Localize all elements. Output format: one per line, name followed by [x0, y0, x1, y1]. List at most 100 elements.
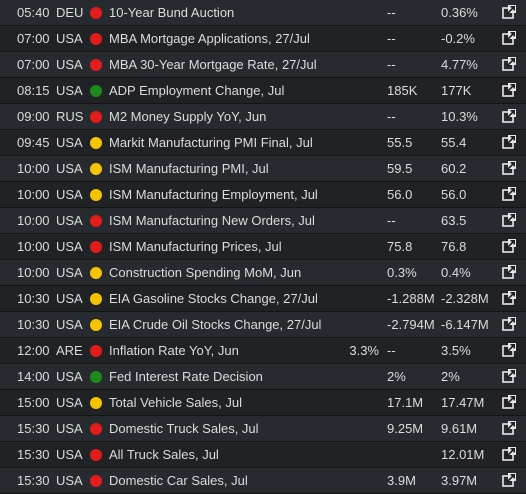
external-link-icon[interactable]: [502, 135, 516, 149]
external-link-icon[interactable]: [502, 421, 516, 435]
external-link-icon[interactable]: [502, 473, 516, 487]
event-country: USA: [56, 83, 83, 98]
calendar-row[interactable]: 10:00 USA ISM Manufacturing PMI, Jul 59.…: [0, 156, 526, 182]
event-name[interactable]: 10-Year Bund Auction: [109, 0, 234, 25]
external-link-icon[interactable]: [502, 447, 516, 461]
event-name[interactable]: EIA Crude Oil Stocks Change, 27/Jul: [109, 312, 321, 337]
external-link-svg: [502, 473, 516, 487]
event-time: 09:45: [17, 135, 50, 150]
event-forecast: --: [387, 57, 396, 72]
calendar-row[interactable]: 15:30 USA Domestic Truck Sales, Jul 9.25…: [0, 416, 526, 442]
event-forecast: 75.8: [387, 239, 413, 254]
external-link-icon[interactable]: [502, 5, 516, 19]
event-name[interactable]: Domestic Car Sales, Jul: [109, 468, 248, 493]
external-link-icon[interactable]: [502, 291, 516, 305]
event-name[interactable]: MBA Mortgage Applications, 27/Jul: [109, 26, 310, 51]
impact-dot-icon: [90, 449, 102, 461]
calendar-row[interactable]: 10:00 USA ISM Manufacturing New Orders, …: [0, 208, 526, 234]
calendar-row[interactable]: 14:00 USA Fed Interest Rate Decision 2% …: [0, 364, 526, 390]
impact-dot-icon: [90, 293, 102, 305]
calendar-row[interactable]: 15:30 USA Domestic Car Sales, Jul 3.9M 3…: [0, 468, 526, 494]
event-country: USA: [56, 57, 83, 72]
calendar-row[interactable]: 10:00 USA Construction Spending MoM, Jun…: [0, 260, 526, 286]
external-link-svg: [502, 5, 516, 19]
event-forecast: 9.25M: [387, 421, 424, 436]
event-previous: -2.328M: [441, 291, 489, 306]
external-link-svg: [502, 109, 516, 123]
calendar-row[interactable]: 07:00 USA MBA 30-Year Mortgage Rate, 27/…: [0, 52, 526, 78]
external-link-icon[interactable]: [502, 395, 516, 409]
calendar-row[interactable]: 07:00 USA MBA Mortgage Applications, 27/…: [0, 26, 526, 52]
event-time: 10:30: [17, 291, 50, 306]
external-link-icon[interactable]: [502, 31, 516, 45]
external-link-icon[interactable]: [502, 161, 516, 175]
external-link-svg: [502, 187, 516, 201]
calendar-row[interactable]: 15:30 USA All Truck Sales, Jul 12.01M: [0, 442, 526, 468]
event-time: 10:00: [17, 187, 50, 202]
event-time: 14:00: [17, 369, 50, 384]
calendar-row[interactable]: 15:00 USA Total Vehicle Sales, Jul 17.1M…: [0, 390, 526, 416]
event-name[interactable]: EIA Gasoline Stocks Change, 27/Jul: [109, 286, 318, 311]
event-country: USA: [56, 369, 83, 384]
impact-dot-icon: [90, 241, 102, 253]
calendar-row[interactable]: 05:40 DEU 10-Year Bund Auction -- 0.36%: [0, 0, 526, 26]
calendar-row[interactable]: 09:00 RUS M2 Money Supply YoY, Jun -- 10…: [0, 104, 526, 130]
calendar-row[interactable]: 10:30 USA EIA Gasoline Stocks Change, 27…: [0, 286, 526, 312]
impact-dot-icon: [90, 267, 102, 279]
event-forecast: --: [387, 213, 396, 228]
calendar-row[interactable]: 10:30 USA EIA Crude Oil Stocks Change, 2…: [0, 312, 526, 338]
event-name[interactable]: Total Vehicle Sales, Jul: [109, 390, 242, 415]
event-country: USA: [56, 135, 83, 150]
event-time: 08:15: [17, 83, 50, 98]
event-name[interactable]: ISM Manufacturing Employment, Jul: [109, 182, 318, 207]
event-country: USA: [56, 213, 83, 228]
event-country: USA: [56, 473, 83, 488]
impact-dot-icon: [90, 345, 102, 357]
calendar-row[interactable]: 09:45 USA Markit Manufacturing PMI Final…: [0, 130, 526, 156]
external-link-svg: [502, 213, 516, 227]
event-time: 12:00: [17, 343, 50, 358]
calendar-row[interactable]: 12:00 ARE Inflation Rate YoY, Jun 3.3% -…: [0, 338, 526, 364]
external-link-icon[interactable]: [502, 213, 516, 227]
event-time: 07:00: [17, 57, 50, 72]
event-previous: 2%: [441, 369, 460, 384]
event-name[interactable]: MBA 30-Year Mortgage Rate, 27/Jul: [109, 52, 317, 77]
impact-dot-icon: [90, 163, 102, 175]
event-previous: -6.147M: [441, 317, 489, 332]
event-forecast: 17.1M: [387, 395, 424, 410]
calendar-row[interactable]: 10:00 USA ISM Manufacturing Employment, …: [0, 182, 526, 208]
event-name[interactable]: M2 Money Supply YoY, Jun: [109, 104, 266, 129]
event-country: ARE: [56, 343, 83, 358]
external-link-icon[interactable]: [502, 317, 516, 331]
event-previous: 9.61M: [441, 421, 478, 436]
event-name[interactable]: Fed Interest Rate Decision: [109, 364, 263, 389]
external-link-icon[interactable]: [502, 109, 516, 123]
calendar-row[interactable]: 10:00 USA ISM Manufacturing Prices, Jul …: [0, 234, 526, 260]
event-name[interactable]: ISM Manufacturing PMI, Jul: [109, 156, 269, 181]
calendar-row[interactable]: 08:15 USA ADP Employment Change, Jul 185…: [0, 78, 526, 104]
event-name[interactable]: Inflation Rate YoY, Jun: [109, 338, 239, 363]
event-name[interactable]: Domestic Truck Sales, Jul: [109, 416, 259, 441]
event-previous: 55.4: [441, 135, 467, 150]
event-name[interactable]: ADP Employment Change, Jul: [109, 78, 284, 103]
external-link-icon[interactable]: [502, 187, 516, 201]
event-time: 07:00: [17, 31, 50, 46]
external-link-svg: [502, 83, 516, 97]
impact-dot-icon: [90, 371, 102, 383]
event-name[interactable]: Construction Spending MoM, Jun: [109, 260, 301, 285]
event-name[interactable]: ISM Manufacturing Prices, Jul: [109, 234, 282, 259]
event-name[interactable]: Markit Manufacturing PMI Final, Jul: [109, 130, 313, 155]
event-name[interactable]: All Truck Sales, Jul: [109, 442, 219, 467]
external-link-icon[interactable]: [502, 239, 516, 253]
event-forecast: 185K: [387, 83, 418, 98]
impact-dot-icon: [90, 7, 102, 19]
event-name[interactable]: ISM Manufacturing New Orders, Jul: [109, 208, 315, 233]
event-previous: 3.5%: [441, 343, 471, 358]
external-link-svg: [502, 369, 516, 383]
external-link-icon[interactable]: [502, 265, 516, 279]
external-link-icon[interactable]: [502, 369, 516, 383]
event-time: 15:30: [17, 421, 50, 436]
external-link-icon[interactable]: [502, 57, 516, 71]
external-link-icon[interactable]: [502, 343, 516, 357]
external-link-icon[interactable]: [502, 83, 516, 97]
